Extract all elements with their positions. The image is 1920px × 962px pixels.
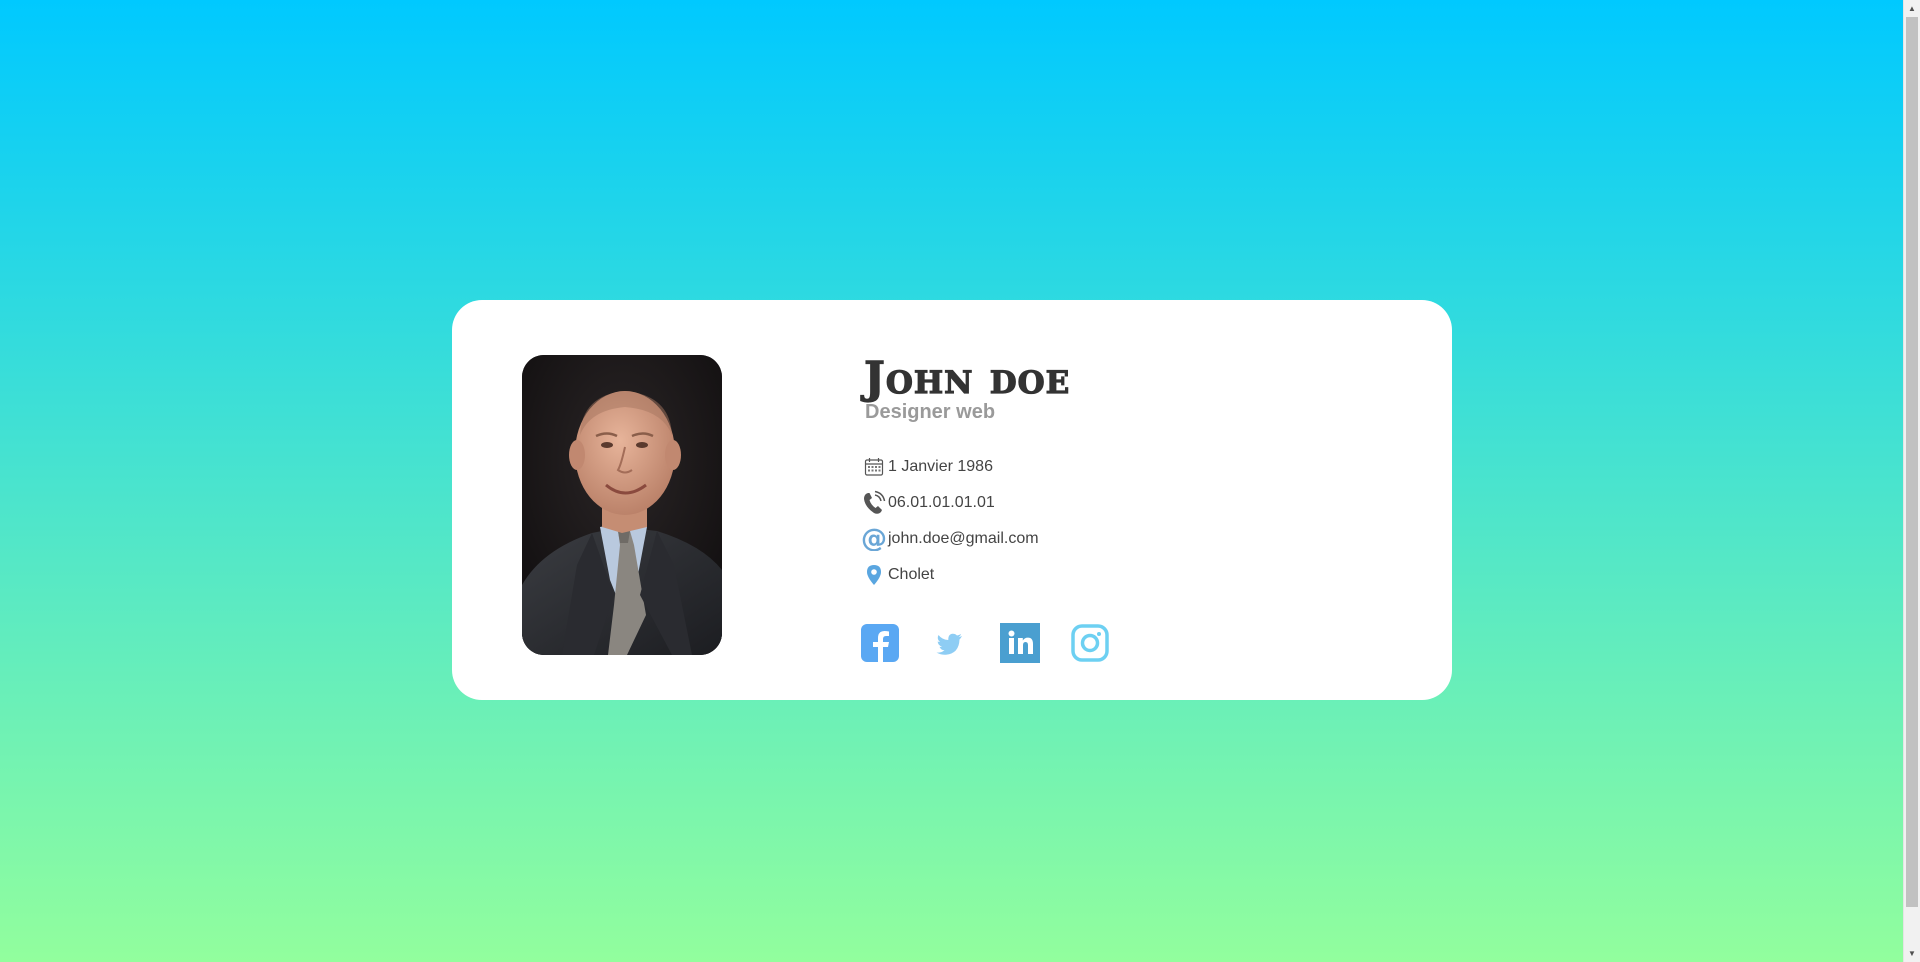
profile-photo [522,355,722,655]
email-text: john.doe@gmail.com [888,530,1039,547]
calendar-icon [862,453,886,481]
scrollbar-thumb[interactable] [1906,17,1918,907]
phone-text: 06.01.01.01.01 [888,494,995,511]
profile-info: John doe Designer web 1 Janvier 1986 06.… [860,353,1422,663]
location-item: Cholet [862,557,1422,593]
scroll-down-arrow-icon[interactable]: ▼ [1904,945,1920,962]
phone-icon [862,489,886,517]
location-pin-icon [862,561,886,589]
facebook-icon [861,624,899,662]
location-text: Cholet [888,566,935,583]
phone-item: 06.01.01.01.01 [862,485,1422,521]
birthdate-item: 1 Janvier 1986 [862,449,1422,485]
job-title: Designer web [865,401,996,423]
svg-text:@: @ [862,527,886,551]
profile-name: John doe [863,353,1071,404]
instagram-link[interactable] [1070,623,1110,663]
email-item: @ john.doe@gmail.com [862,521,1422,557]
contact-details: 1 Janvier 1986 06.01.01.01.01 @ john.doe… [862,449,1422,593]
instagram-icon [1071,624,1109,662]
at-sign-icon: @ [862,525,886,553]
linkedin-icon [1000,623,1040,663]
facebook-link[interactable] [860,623,900,663]
page-background: John doe Designer web 1 Janvier 1986 06.… [0,0,1903,962]
social-links [860,623,1420,663]
twitter-link[interactable] [930,623,970,663]
vertical-scrollbar[interactable]: ▲ ▼ [1903,0,1920,962]
linkedin-link[interactable] [1000,623,1040,663]
twitter-icon [936,633,962,655]
profile-card: John doe Designer web 1 Janvier 1986 06.… [452,300,1452,700]
scroll-up-arrow-icon[interactable]: ▲ [1904,0,1920,17]
birthdate-text: 1 Janvier 1986 [888,458,993,475]
